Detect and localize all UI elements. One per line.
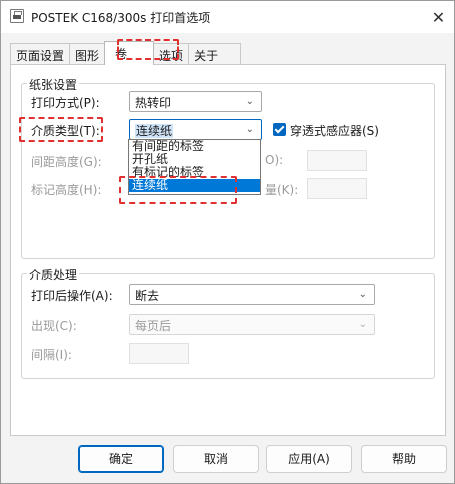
apply-button[interactable]: 应用(A) xyxy=(266,445,352,473)
title-bar: POSTEK C168/300s 打印首选项 ✕ xyxy=(1,1,454,33)
tab-strip: 页面设置 图形 卷 选项 关于 xyxy=(10,41,242,65)
interval-field xyxy=(129,343,189,364)
group-title: 纸张设置 xyxy=(27,76,80,93)
interval-label: 间隔(I): xyxy=(31,348,72,362)
roll-tab-panel: 纸张设置 打印方式(P): 热转印 ⌄ 介质类型(T): 连续纸 ⌄ 穿透式感应… xyxy=(10,64,446,436)
occurrence-select: 每页后 ⌄ xyxy=(129,314,375,335)
post-print-action-label: 打印后操作(A): xyxy=(31,289,113,303)
window-title: POSTEK C168/300s 打印首选项 xyxy=(31,11,211,25)
occurrence-label: 出现(C): xyxy=(31,319,77,333)
group-title: 介质处理 xyxy=(27,266,80,283)
transmissive-sensor-label[interactable]: 穿透式感应器(S) xyxy=(290,122,379,139)
transmissive-sensor-checkbox[interactable] xyxy=(273,123,286,136)
print-preferences-dialog: POSTEK C168/300s 打印首选项 ✕ 页面设置 图形 卷 选项 关于… xyxy=(0,0,455,484)
select-value: 每页后 xyxy=(135,319,172,333)
tab-graphics[interactable]: 图形 xyxy=(69,43,106,64)
printer-icon xyxy=(10,9,24,23)
media-type-option[interactable]: 开孔纸 xyxy=(129,153,260,166)
chevron-down-icon: ⌄ xyxy=(245,124,254,135)
gap-offset-label: O): xyxy=(265,153,284,167)
chevron-down-icon: ⌄ xyxy=(358,289,367,300)
mark-offset-field xyxy=(307,178,367,199)
print-method-label: 打印方式(P): xyxy=(31,96,100,110)
ok-button[interactable]: 确定 xyxy=(78,445,164,473)
cancel-button[interactable]: 取消 xyxy=(173,445,259,473)
mark-offset-label: 量(K): xyxy=(265,183,299,197)
media-type-option[interactable]: 有标记的标签 xyxy=(129,166,260,179)
select-value: 连续纸 xyxy=(135,124,174,138)
print-method-select[interactable]: 热转印 ⌄ xyxy=(129,91,262,112)
chevron-down-icon: ⌄ xyxy=(245,96,254,107)
media-type-label: 介质类型(T): xyxy=(31,124,100,138)
select-value: 断去 xyxy=(135,289,160,303)
tab-options[interactable]: 选项 xyxy=(153,43,190,64)
chevron-down-icon: ⌄ xyxy=(358,319,367,330)
media-type-select[interactable]: 连续纸 ⌄ xyxy=(129,119,262,140)
gap-height-label: 间距高度(G): xyxy=(31,155,102,169)
tab-roll[interactable]: 卷 xyxy=(104,41,155,65)
select-value: 热转印 xyxy=(135,96,172,110)
media-type-dropdown-list: 有间距的标签 开孔纸 有标记的标签 连续纸 xyxy=(128,139,261,195)
media-type-option-selected[interactable]: 连续纸 xyxy=(129,179,260,192)
media-type-option[interactable]: 有间距的标签 xyxy=(129,140,260,153)
tab-page-setup[interactable]: 页面设置 xyxy=(10,43,71,64)
mark-height-label: 标记高度(H): xyxy=(31,183,102,197)
help-button[interactable]: 帮助 xyxy=(361,445,447,473)
post-print-action-select[interactable]: 断去 ⌄ xyxy=(129,284,375,305)
gap-offset-field xyxy=(307,150,367,171)
close-icon[interactable]: ✕ xyxy=(423,1,454,33)
tab-about[interactable]: 关于 xyxy=(188,43,242,64)
